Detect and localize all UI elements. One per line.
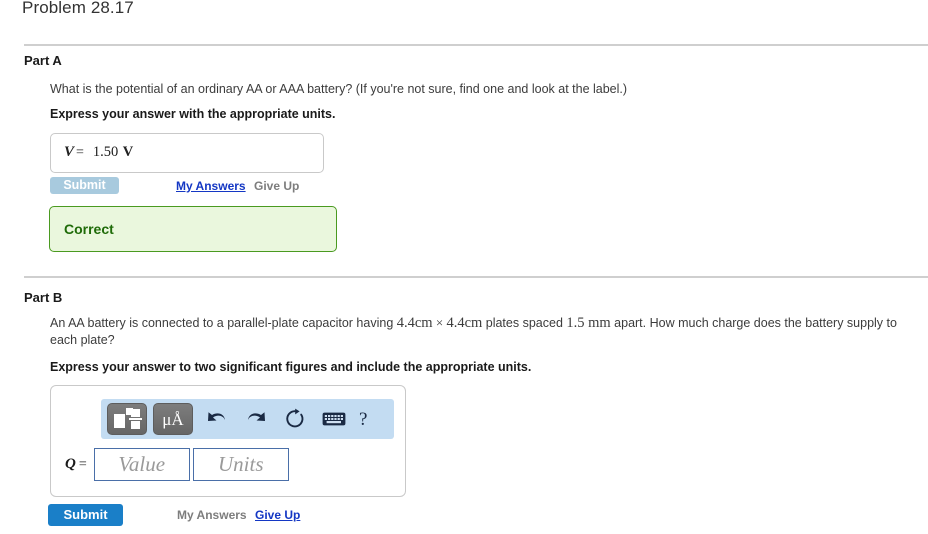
part-a-my-answers-link[interactable]: My Answers	[176, 179, 246, 193]
part-b-submit-button[interactable]: Submit	[48, 504, 123, 526]
part-b-dimension-2: 4.4cm	[446, 315, 483, 331]
part-a-give-up-label: Give Up	[254, 179, 300, 193]
value-input[interactable]: Value	[93, 448, 190, 481]
part-b-answer-toolbar: μÅ ?	[101, 399, 394, 439]
part-a-value: 1.50	[92, 144, 119, 160]
part-a-answer-expression: V = 1.50 V	[64, 143, 133, 161]
units-button[interactable]: μÅ	[153, 403, 193, 435]
part-b-plate-gap: 1.5 mm	[566, 315, 611, 331]
units-button-label: μÅ	[162, 409, 184, 429]
part-b-question-seg2: plates spaced	[482, 316, 567, 330]
part-a-unit: V	[122, 144, 134, 160]
part-a-heading: Part A	[24, 53, 62, 68]
part-b-question-seg1: An AA battery is connected to a parallel…	[50, 316, 397, 330]
part-b-instruction: Express your answer to two significant f…	[50, 360, 532, 374]
part-a-submit-button[interactable]: Submit	[50, 177, 119, 194]
undo-icon[interactable]	[202, 404, 232, 434]
part-b-variable: Q	[65, 456, 76, 472]
part-b-equals: =	[78, 456, 87, 472]
part-b-heading: Part B	[24, 290, 63, 305]
problem-page: Problem 28.17 Part A What is the potenti…	[0, 0, 928, 534]
section-divider-a	[24, 44, 928, 46]
part-a-feedback-banner: Correct	[49, 206, 337, 252]
part-a-variable: V	[64, 144, 75, 160]
part-a-answer-box: V = 1.50 V	[50, 133, 324, 173]
redo-icon[interactable]	[241, 404, 271, 434]
part-a-equals: =	[76, 145, 84, 160]
part-b-my-answers-label: My Answers	[177, 508, 247, 522]
page-title: Problem 28.17	[22, 0, 134, 17]
help-icon[interactable]: ?	[359, 410, 367, 429]
units-input[interactable]: Units	[192, 448, 289, 481]
part-a-question: What is the potential of an ordinary AA …	[50, 82, 628, 96]
part-b-dimension-1: 4.4cm	[396, 315, 433, 331]
reset-icon[interactable]	[280, 404, 310, 434]
math-template-button[interactable]	[107, 403, 147, 435]
part-a-instruction: Express your answer with the appropriate…	[50, 107, 336, 121]
keyboard-icon[interactable]	[319, 404, 349, 434]
part-b-question: An AA battery is connected to a parallel…	[50, 314, 898, 349]
part-b-answer-row: Q = Value Units	[65, 448, 289, 481]
part-a-feedback-text: Correct	[64, 221, 114, 237]
part-b-answer-box: μÅ ? Q = Value Units	[50, 385, 406, 497]
section-divider-b	[24, 276, 928, 278]
part-b-give-up-link[interactable]: Give Up	[255, 508, 300, 522]
math-template-icon	[114, 408, 142, 430]
